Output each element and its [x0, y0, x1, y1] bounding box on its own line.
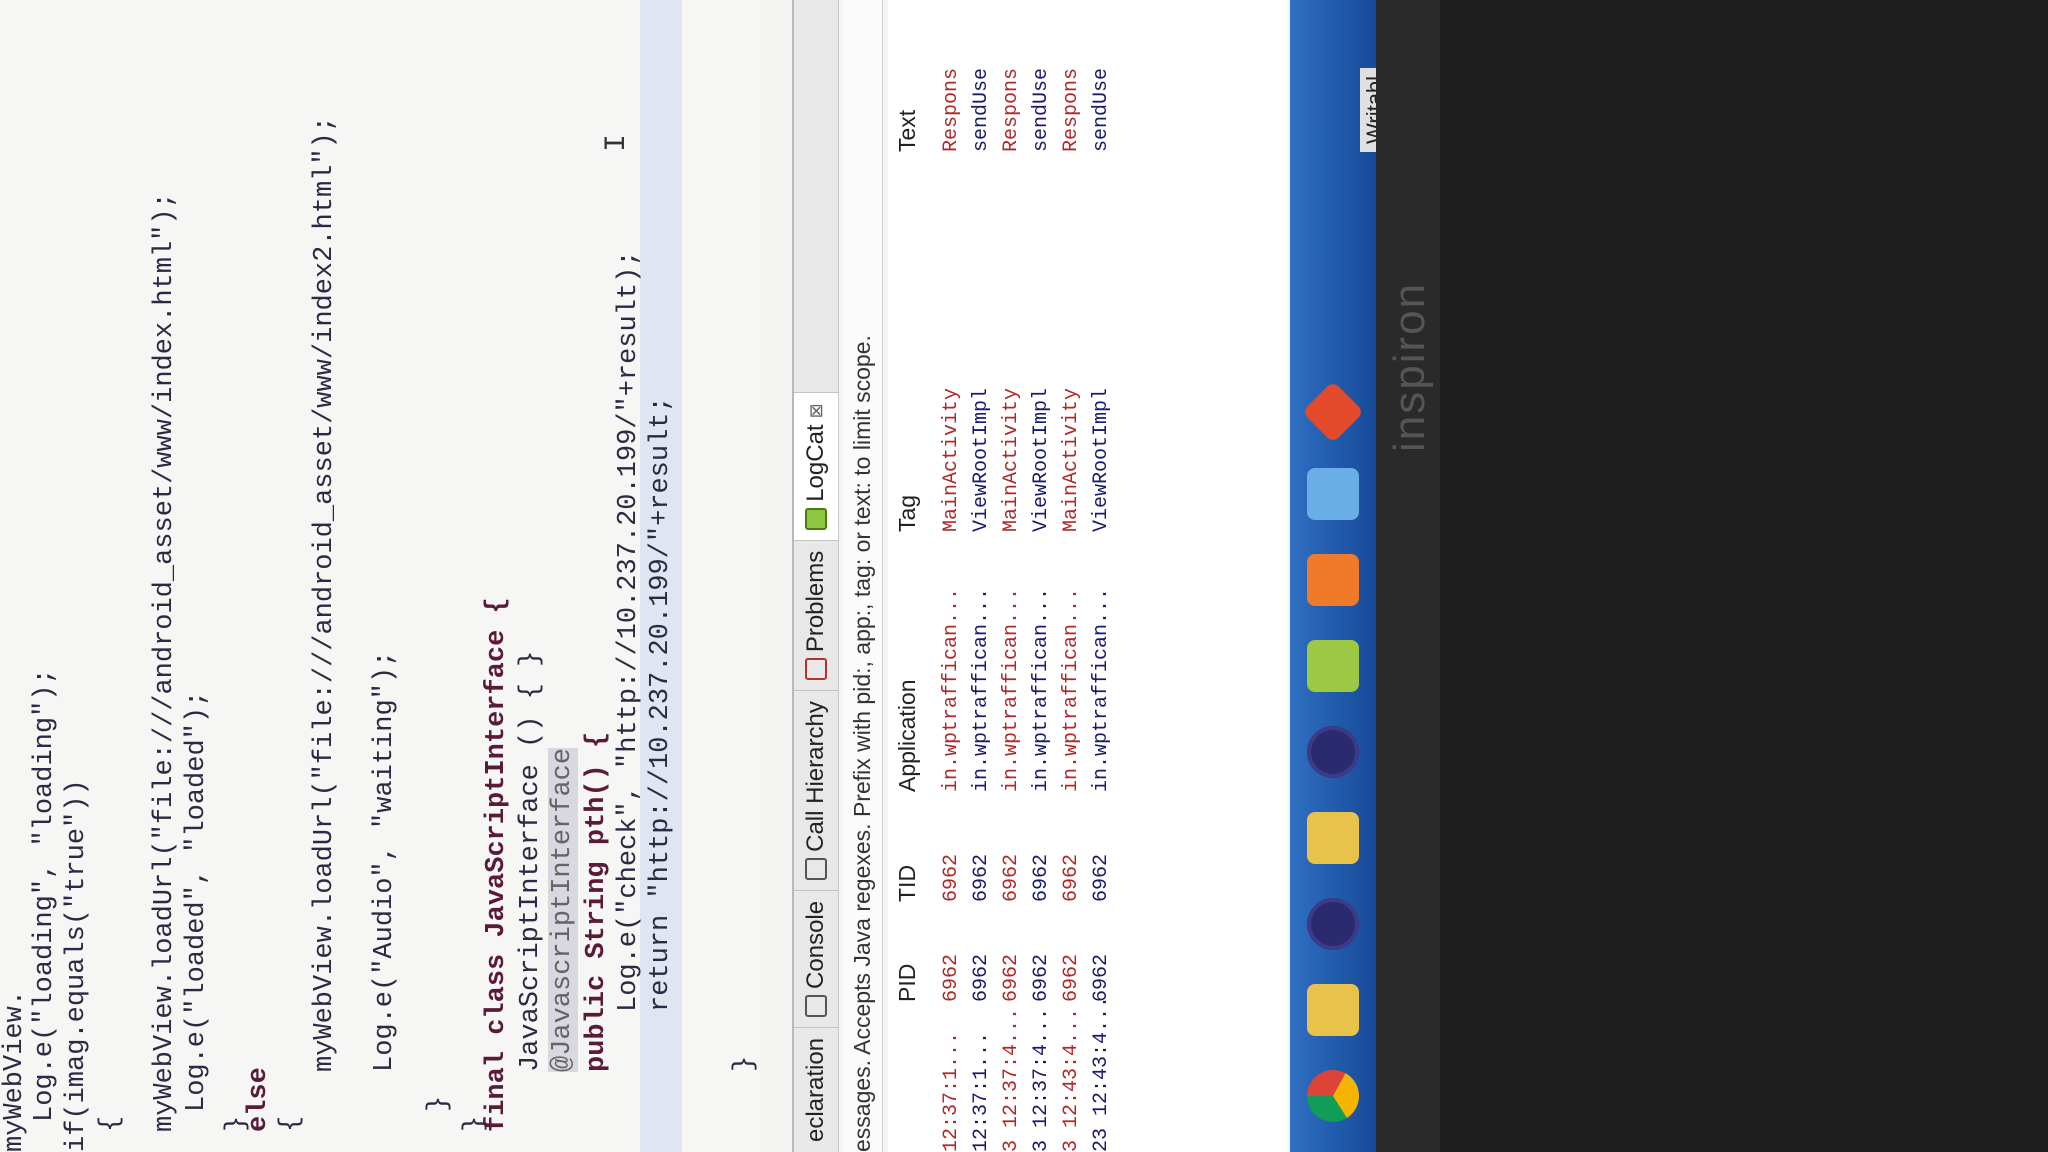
- logcat-cell-tag: MainActivity: [940, 387, 963, 532]
- tab-call-hierarchy[interactable]: Call Hierarchy: [794, 690, 838, 890]
- brand-logo: inspiron: [1385, 281, 1434, 452]
- logcat-cell-tid: 6962: [1090, 853, 1113, 902]
- column-header-tag[interactable]: Tag: [894, 495, 921, 532]
- logcat-cell-tid: 6962: [1000, 853, 1023, 902]
- ibeam-cursor-icon: I: [600, 133, 634, 152]
- logcat-cell-text: Respons: [1060, 67, 1083, 152]
- logcat-cell-pid: 6962: [1030, 953, 1053, 1002]
- code-line: Log.e("loading", "loading");: [30, 668, 60, 1122]
- logcat-row[interactable]: 12:37:1... 6962 6962 in.wptraffican... MainA…: [940, 0, 970, 1152]
- logcat-cell-tag: MainActivity: [1000, 387, 1023, 532]
- logcat-cell-tag: MainActivity: [1060, 387, 1083, 532]
- tab-label: Call Hierarchy: [802, 701, 829, 852]
- logcat-cell-tag: ViewRootImpl: [970, 387, 993, 532]
- code-line: Log.e("Audio", "waiting");: [370, 650, 400, 1072]
- logcat-cell-time: 12:37:1...: [940, 1031, 963, 1152]
- eclipse-icon[interactable]: [1307, 898, 1359, 950]
- app-icon[interactable]: [1307, 468, 1359, 520]
- code-editor[interactable]: myWebView. Log.e("loading", "loading"); …: [0, 0, 760, 1152]
- logcat-row[interactable]: 3 12:43:4... 6962 6962 in.wptraffican... Mai…: [1060, 0, 1090, 1152]
- code-line: }: [424, 1095, 454, 1112]
- logcat-row[interactable]: 3 12:37:4... 6962 6962 in.wptraffican... Vie…: [1030, 0, 1060, 1152]
- logcat-cell-text: Respons: [1000, 67, 1023, 152]
- logcat-row[interactable]: 23 12:43:4... 6962 6962 in.wptraffican... Vi…: [1090, 0, 1120, 1152]
- chrome-icon[interactable]: [1307, 1070, 1359, 1122]
- code-line: Log.e("loaded", "loaded");: [182, 690, 212, 1112]
- tab-label: eclaration: [802, 1037, 829, 1142]
- windows-taskbar: [1290, 0, 1376, 1152]
- tab-label: Problems: [802, 550, 829, 653]
- logcat-cell-app: in.wptraffican...: [970, 587, 993, 792]
- code-line-class: final class JavaScriptInterface {: [482, 597, 512, 1132]
- tab-problems[interactable]: Problems: [794, 539, 838, 691]
- column-header-tid[interactable]: TID: [894, 865, 921, 902]
- tab-logcat[interactable]: LogCat ⊠: [794, 392, 838, 540]
- problems-icon: [805, 658, 827, 681]
- logcat-cell-pid: 6962: [970, 953, 993, 1002]
- logcat-cell-app: in.wptraffican...: [1030, 587, 1053, 792]
- logcat-cell-app: in.wptraffican...: [1060, 587, 1083, 792]
- tab-console[interactable]: Console: [794, 889, 838, 1027]
- logcat-cell-app: in.wptraffican...: [1000, 587, 1023, 792]
- logcat-table: PID TID Application Tag Text 12:37:1... 6…: [888, 0, 1288, 1152]
- code-line: Log.e("check", "http://10.237.20.199/"+r…: [614, 250, 644, 1012]
- code-line: }: [730, 1055, 760, 1072]
- view-tabs: eclaration Console Call Hierarchy Proble…: [792, 0, 839, 1152]
- logcat-cell-text: sendUse: [970, 67, 993, 152]
- logcat-cell-app: in.wptraffican...: [1090, 587, 1113, 792]
- logcat-cell-app: in.wptraffican...: [940, 587, 963, 792]
- logcat-row[interactable]: 3 12:37:4... 6962 6962 in.wptraffican... Mai…: [1000, 0, 1030, 1152]
- code-line-method: public String pth() {: [582, 731, 612, 1072]
- logcat-cell-time: 3 12:43:4...: [1060, 1007, 1083, 1152]
- logcat-cell-tag: ViewRootImpl: [1030, 387, 1053, 532]
- code-line: {: [96, 1115, 126, 1132]
- eclipse-icon[interactable]: [1307, 726, 1359, 778]
- hierarchy-icon: [805, 857, 827, 880]
- logcat-cell-pid: 6962: [1090, 953, 1113, 1002]
- code-line: myWebView.loadUrl("file:///android_asset…: [310, 116, 340, 1072]
- code-line: myWebView.loadUrl("file:///android_asset…: [150, 192, 180, 1132]
- logcat-cell-time: 12:37:1...: [970, 1031, 993, 1152]
- logcat-cell-tid: 6962: [970, 853, 993, 902]
- laptop-bezel: [1376, 0, 1440, 1152]
- folder-icon[interactable]: [1307, 984, 1359, 1036]
- logcat-filter-hint[interactable]: essages. Accepts Java regexes. Prefix wi…: [842, 0, 883, 1152]
- laptop-screen: myWebView. Log.e("loading", "loading"); …: [0, 0, 1440, 1152]
- logcat-cell-tid: 6962: [1030, 853, 1053, 902]
- code-line: return "http://10.237.20.199/"+result;: [646, 396, 676, 1012]
- logcat-cell-pid: 6962: [1060, 953, 1083, 1002]
- logcat-cell-tid: 6962: [1060, 853, 1083, 902]
- logcat-cell-pid: 6962: [1000, 953, 1023, 1002]
- console-icon: [805, 994, 827, 1017]
- column-header-application[interactable]: Application: [894, 679, 921, 792]
- logcat-cell-text: sendUse: [1030, 67, 1053, 152]
- logcat-cell-tid: 6962: [940, 853, 963, 902]
- logcat-cell-time: 23 12:43:4...: [1090, 995, 1113, 1152]
- xampp-icon[interactable]: [1307, 554, 1359, 606]
- logcat-cell-time: 3 12:37:4...: [1000, 1007, 1023, 1152]
- code-line-keyword: else: [244, 1067, 274, 1132]
- logcat-cell-text: Respons: [940, 67, 963, 152]
- tab-label: LogCat: [802, 424, 829, 502]
- git-icon[interactable]: [1301, 380, 1365, 444]
- code-line: JavaScriptInterface () { }: [516, 650, 546, 1072]
- logcat-header: PID TID Application Tag Text: [894, 0, 924, 1152]
- code-line: if(imag.equals("true")): [62, 779, 92, 1152]
- code-line: {: [276, 1115, 306, 1132]
- logcat-cell-time: 3 12:37:4...: [1030, 1007, 1053, 1152]
- tab-label: Console: [802, 900, 829, 989]
- sticky-notes-icon[interactable]: [1307, 812, 1359, 864]
- code-line: myWebView.: [0, 989, 30, 1152]
- column-header-text[interactable]: Text: [894, 110, 921, 152]
- logcat-cell-tag: ViewRootImpl: [1090, 387, 1113, 532]
- logcat-row[interactable]: 12:37:1... 6962 6962 in.wptraffican... ViewR…: [970, 0, 1000, 1152]
- android-icon[interactable]: [1307, 640, 1359, 692]
- column-header-pid[interactable]: PID: [894, 964, 921, 1002]
- logcat-cell-text: sendUse: [1090, 67, 1113, 152]
- code-line-annotation: @JavascriptInterface: [548, 747, 578, 1072]
- logcat-icon: [805, 507, 827, 530]
- tab-declaration[interactable]: eclaration: [794, 1026, 838, 1152]
- logcat-cell-pid: 6962: [940, 953, 963, 1002]
- close-icon[interactable]: ⊠: [806, 403, 827, 418]
